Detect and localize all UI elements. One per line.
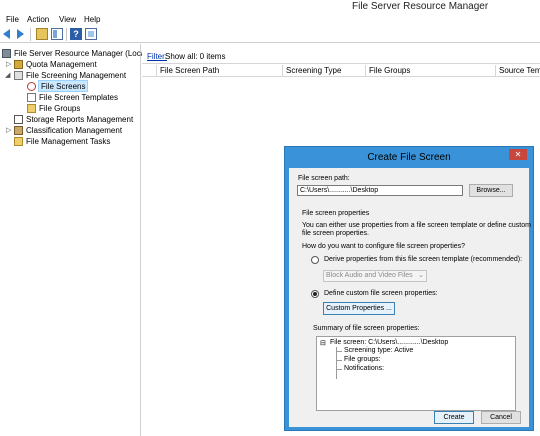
browse-button[interactable]: Browse... — [469, 184, 513, 197]
show-hide-tree-icon[interactable] — [51, 28, 63, 40]
filter-status: Show all: 0 items — [165, 52, 226, 61]
radio-derive-template[interactable] — [311, 256, 319, 264]
navigation-tree: File Server Resource Manager (Local) ▷ Q… — [0, 44, 150, 436]
title-bar: File Server Resource Manager — [0, 0, 540, 13]
tree-item-label: File Screen Templates — [39, 93, 118, 102]
summary-file-groups: File groups: — [344, 356, 381, 363]
back-icon[interactable] — [3, 29, 10, 39]
tree-item-label: Storage Reports Management — [26, 115, 134, 124]
menu-action[interactable]: Action — [27, 15, 49, 24]
tree-item-label: File Groups — [39, 104, 81, 113]
template-select: Block Audio and Video Files ⌄ — [323, 270, 427, 282]
up-folder-icon[interactable] — [36, 28, 48, 40]
props-description: You can either use properties from a fil… — [302, 222, 531, 229]
summary-tree-line — [336, 351, 342, 352]
custom-properties-button[interactable]: Custom Properties ... — [323, 302, 395, 315]
help-icon[interactable]: ? — [70, 28, 82, 40]
dialog-body: File screen path: C:\Users\...........\D… — [289, 168, 531, 427]
expand-icon[interactable]: ▷ — [6, 125, 12, 136]
collapse-icon[interactable]: ◢ — [5, 70, 11, 81]
tree-item-label: Quota Management — [26, 60, 97, 69]
radio-define-custom[interactable] — [311, 290, 319, 298]
path-label: File screen path: — [298, 175, 350, 182]
classification-icon — [14, 126, 23, 135]
menu-bar: File Action View Help — [0, 13, 540, 26]
template-icon — [27, 93, 36, 102]
menu-help[interactable]: Help — [84, 15, 100, 24]
quota-icon — [14, 60, 23, 69]
tree-item-label: Classification Management — [26, 126, 123, 135]
tasks-icon — [14, 137, 23, 146]
expand-icon[interactable]: ▷ — [6, 59, 12, 70]
window-title: File Server Resource Manager — [352, 1, 489, 12]
chevron-down-icon: ⌄ — [418, 272, 424, 279]
cancel-button[interactable]: Cancel — [481, 411, 521, 424]
radio-define-custom-label: Define custom file screen properties: — [324, 290, 438, 297]
summary-notifications: Notifications: — [344, 365, 385, 372]
forward-icon[interactable] — [17, 29, 24, 39]
show-action-pane-icon[interactable] — [85, 28, 97, 40]
props-heading: File screen properties — [302, 210, 370, 217]
summary-collapse-icon[interactable]: ⊟ — [320, 339, 326, 347]
menu-file[interactable]: File — [6, 15, 19, 24]
props-description-cont: file screen properties. — [302, 230, 369, 237]
summary-tree-line — [336, 369, 342, 370]
toolbar: ? — [0, 26, 540, 43]
report-icon — [14, 115, 23, 124]
column-header-source-template[interactable]: Source Temp — [495, 65, 540, 77]
dialog-title: Create File Screen — [367, 152, 451, 163]
summary-tree: ⊟ File screen: C:\Users\............\Des… — [316, 336, 516, 411]
create-file-screen-dialog: Create File Screen ✕ File screen path: C… — [284, 146, 534, 431]
config-question: How do you want to configure file screen… — [302, 243, 466, 250]
toolbar-separator — [66, 28, 67, 41]
path-input[interactable]: C:\Users\...........\Desktop — [297, 185, 463, 196]
file-screen-icon — [27, 82, 36, 91]
tree-item-label: File Server Resource Manager (Local) — [14, 49, 150, 58]
file-group-icon — [27, 104, 36, 113]
close-icon[interactable]: ✕ — [509, 149, 527, 160]
filter-bar: Filter: Show all: 0 items — [142, 44, 540, 64]
summary-label: Summary of file screen properties: — [313, 325, 420, 332]
summary-root: File screen: C:\Users\............\Deskt… — [330, 339, 449, 346]
create-button[interactable]: Create — [434, 411, 474, 424]
summary-screening-type: Screening type: Active — [344, 347, 414, 354]
server-icon — [2, 49, 11, 58]
menu-view[interactable]: View — [59, 15, 76, 24]
tree-item-label: File Screens — [38, 80, 89, 92]
filter-link[interactable]: Filter: — [147, 52, 167, 61]
template-select-value: Block Audio and Video Files — [326, 272, 413, 279]
grid-header: File Screen Path Screening Type File Gro… — [142, 65, 540, 77]
column-header-file-groups[interactable]: File Groups — [365, 65, 495, 77]
summary-tree-line — [336, 360, 342, 361]
file-screening-icon — [14, 71, 23, 80]
toolbar-separator — [30, 28, 31, 41]
radio-derive-template-label: Derive properties from this file screen … — [324, 256, 523, 263]
column-header-screening-type[interactable]: Screening Type — [282, 65, 365, 77]
tree-item-label: File Management Tasks — [26, 137, 111, 146]
column-header-path[interactable]: File Screen Path — [156, 65, 282, 77]
